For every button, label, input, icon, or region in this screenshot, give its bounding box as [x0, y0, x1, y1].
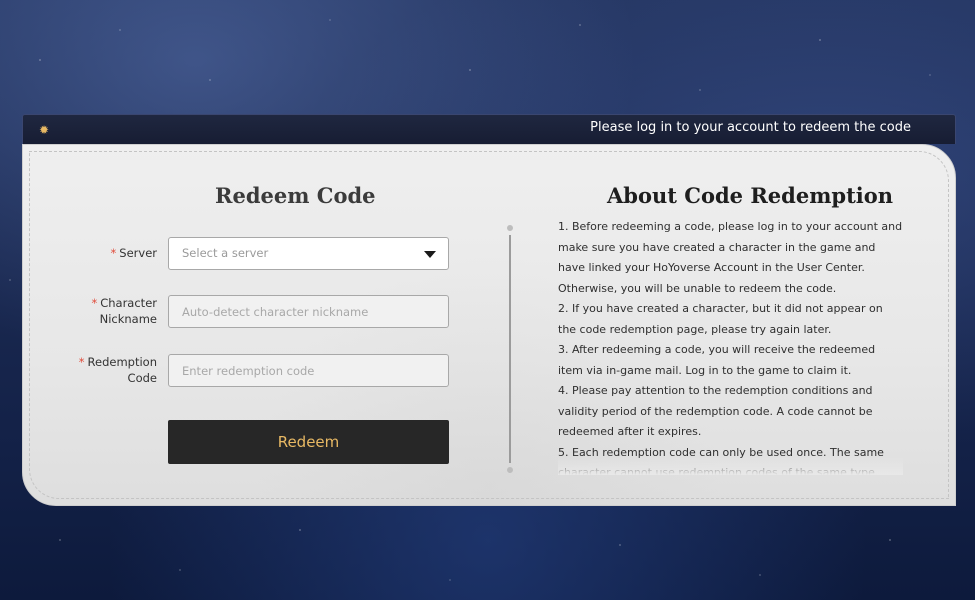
required-asterisk: *: [78, 355, 85, 369]
about-item: 5. Each redemption code can only be used…: [558, 445, 884, 476]
divider-top-dot: [507, 225, 513, 231]
login-link[interactable]: Please log in to your account to redeem …: [590, 120, 911, 135]
about-item: 3. After redeeming a code, you will rece…: [558, 343, 876, 377]
divider-bottom-dot: [507, 467, 513, 473]
redemption-code-input[interactable]: [168, 354, 449, 387]
nickname-field: [168, 295, 449, 328]
about-title: About Code Redemption: [607, 183, 894, 208]
redeem-button[interactable]: Redeem: [168, 420, 449, 464]
chevron-down-icon: [424, 251, 436, 258]
about-text-scroll[interactable]: 1. Before redeeming a code, please log i…: [558, 217, 903, 475]
sun-emblem-icon: ✹: [38, 123, 50, 137]
redeem-code-title: Redeem Code: [215, 183, 376, 208]
about-item: 1. Before redeeming a code, please log i…: [558, 220, 903, 295]
server-select-placeholder: Select a server: [182, 246, 269, 260]
about-item: 4. Please pay attention to the redemptio…: [558, 384, 873, 438]
required-asterisk: *: [91, 296, 98, 310]
about-item: 2. If you have created a character, but …: [558, 302, 883, 336]
redeem-card: Redeem Code * Server Select a server * Cha…: [22, 144, 956, 506]
redeem-panel: ✹ Please log in to your account to redee…: [22, 114, 956, 506]
required-asterisk: *: [110, 246, 117, 260]
nickname-label: * Character Nickname: [91, 296, 157, 326]
server-label: * Server: [110, 246, 157, 260]
panel-topbar: ✹ Please log in to your account to redee…: [22, 114, 956, 144]
server-select[interactable]: Select a server: [168, 237, 449, 270]
code-label: * Redemption Code: [78, 355, 157, 385]
vertical-divider: [509, 235, 511, 463]
